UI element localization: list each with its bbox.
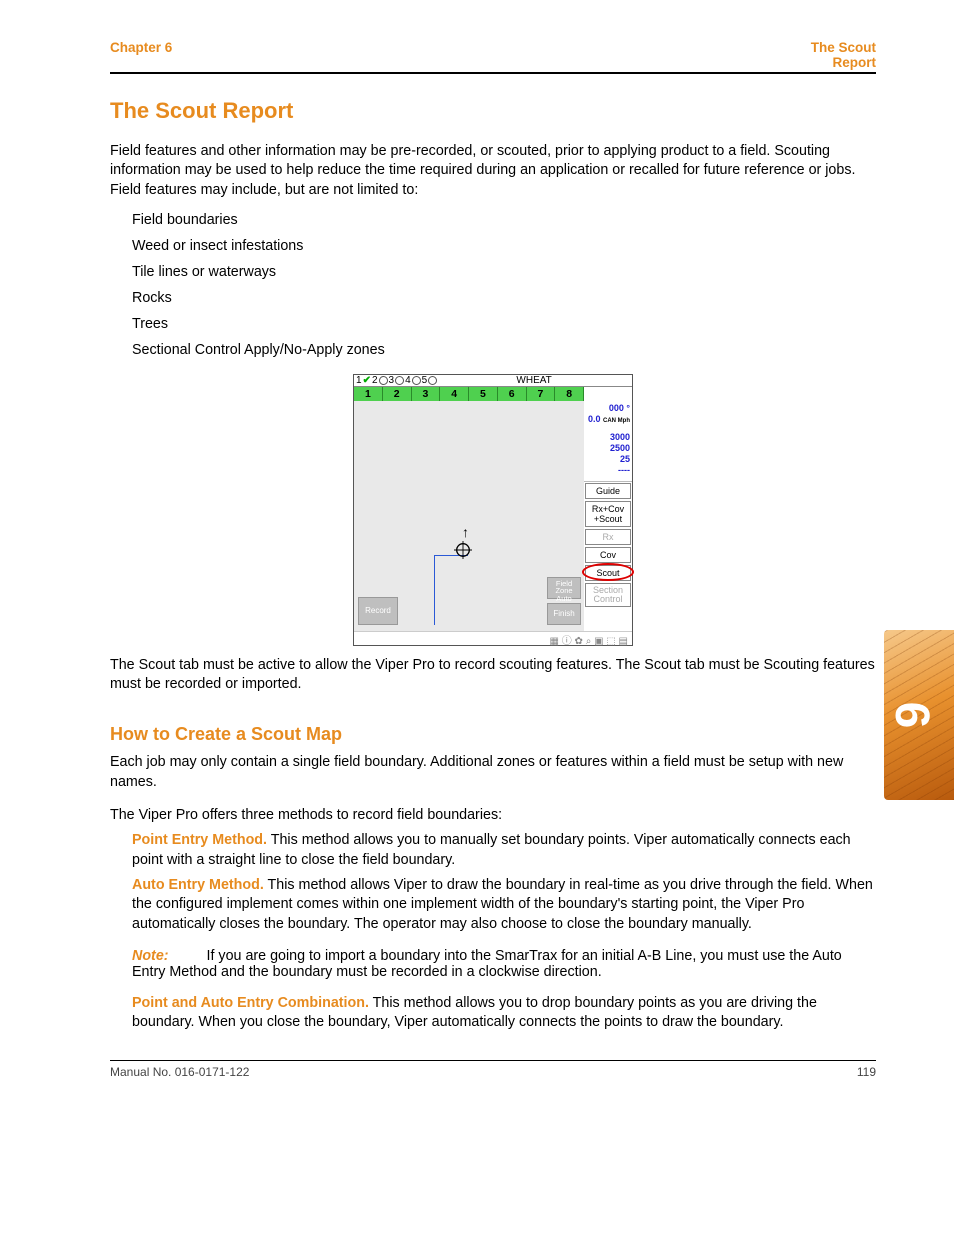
heading-value: 000 ° <box>586 403 630 414</box>
radio-icon <box>428 376 437 385</box>
sub-intro-1: Each job may only contain a single field… <box>110 753 876 792</box>
list-item: Trees <box>132 316 876 332</box>
chapter-side-tab: 6 <box>884 630 954 800</box>
list-item: Weed or insect infestations <box>132 238 876 254</box>
method-3-label: Point and Auto Entry Combination. <box>132 995 369 1011</box>
subsection-title: How to Create a Scout Map <box>110 724 876 745</box>
list-item: Tile lines or waterways <box>132 264 876 280</box>
manual-number: Manual No. 016-0171-122 <box>110 1065 249 1079</box>
radio-icon <box>412 376 421 385</box>
guide-button[interactable]: Guide <box>585 483 631 499</box>
side-panel: 000 ° 0.0 CAN Mph 3000 2500 25 ---- Guid… <box>584 401 632 631</box>
intro-paragraph: Field features and other information may… <box>110 142 876 200</box>
path-line <box>434 555 468 625</box>
rx-button[interactable]: Rx <box>585 529 631 545</box>
map-area: ↑ Record Field Zone Auto Finish <box>354 401 584 631</box>
method-2-label: Auto Entry Method. <box>132 877 264 893</box>
section-title: The Scout Report <box>110 98 876 124</box>
sub-intro-2: The Viper Pro offers three methods to re… <box>110 806 876 825</box>
chapter-header: Chapter 6 The Scout Report <box>110 40 876 74</box>
finish-button[interactable]: Finish <box>547 603 581 625</box>
record-button[interactable]: Record <box>358 597 398 625</box>
note-text: If you are going to import a boundary in… <box>132 948 842 980</box>
chapter-title-small: The Scout Report <box>811 40 876 70</box>
list-item: Sectional Control Apply/No-Apply zones <box>132 342 876 358</box>
vehicle-icon <box>454 541 472 559</box>
check-icon: ✔ <box>363 375 371 386</box>
status-bar-icons: ▦ ⓘ ✿ ⌕ ▣ ⬚ ▤ <box>354 631 632 645</box>
radio-icon <box>395 376 404 385</box>
chapter-tab-number: 6 <box>884 702 939 729</box>
cov-button[interactable]: Cov <box>585 547 631 563</box>
heading-arrow-icon: ↑ <box>462 524 469 540</box>
section-row: 1 2 3 4 5 6 7 8 <box>354 387 584 401</box>
method-1: Point Entry Method. This method allows y… <box>132 831 876 870</box>
note-block: Note: If you are going to import a bound… <box>132 948 876 980</box>
list-item: Rocks <box>132 290 876 306</box>
after-screenshot-text: The Scout tab must be active to allow th… <box>110 656 876 695</box>
ss-top-bar: 1 ✔ 2 3 4 5 WHEAT <box>354 375 632 387</box>
note-label: Note: <box>132 948 169 964</box>
page-number: 119 <box>857 1065 876 1079</box>
method-3: Point and Auto Entry Combination. This m… <box>132 994 876 1033</box>
method-1-label: Point Entry Method. <box>132 832 267 848</box>
field-zone-button[interactable]: Field Zone Auto <box>547 577 581 599</box>
viper-screenshot: 1 ✔ 2 3 4 5 WHEAT 1 2 3 4 5 6 7 <box>353 374 633 646</box>
radio-icon <box>379 376 388 385</box>
scout-button[interactable]: Scout <box>585 565 631 581</box>
feature-list: Field boundaries Weed or insect infestat… <box>132 212 876 358</box>
page-footer: Manual No. 016-0171-122 119 <box>110 1060 876 1079</box>
list-item: Field boundaries <box>132 212 876 228</box>
method-2: Auto Entry Method. This method allows Vi… <box>132 876 876 934</box>
section-control-button[interactable]: Section Control <box>585 583 631 607</box>
crop-label: WHEAT <box>438 375 630 386</box>
rxcov-button[interactable]: Rx+Cov +Scout <box>585 501 631 527</box>
chapter-label: Chapter 6 <box>110 40 172 55</box>
